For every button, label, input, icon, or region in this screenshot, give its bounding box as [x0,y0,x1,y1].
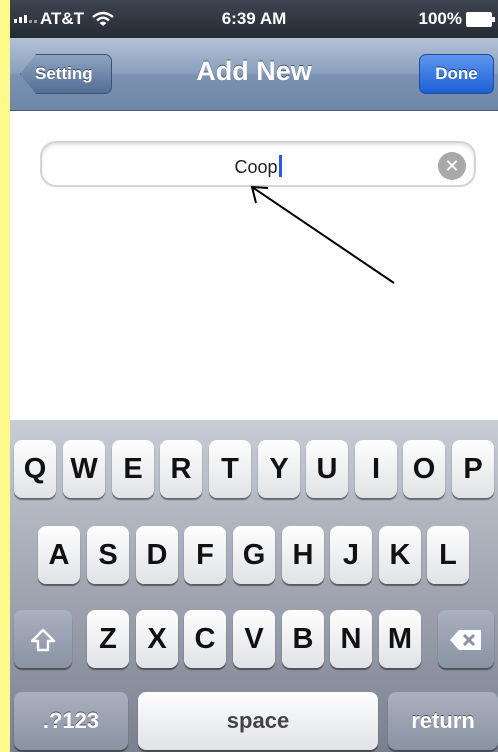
done-button[interactable]: Done [419,54,494,94]
key-k[interactable]: K [379,526,421,584]
key-z[interactable]: Z [87,610,129,668]
delete-key[interactable] [438,610,494,668]
key-i[interactable]: I [355,440,397,498]
battery-percent: 100% [418,9,462,28]
text-field-value-container: Coop [42,155,474,178]
key-y[interactable]: Y [258,440,300,498]
key-d[interactable]: D [136,526,178,584]
key-w[interactable]: W [63,440,105,498]
key-j[interactable]: J [330,526,372,584]
return-key[interactable]: return [388,692,498,750]
key-t[interactable]: T [209,440,251,498]
name-text-field[interactable]: Coop ✕ [40,141,476,187]
text-field-value: Coop [234,157,278,177]
key-c[interactable]: C [184,610,226,668]
key-b[interactable]: B [282,610,324,668]
key-h[interactable]: H [282,526,324,584]
key-e[interactable]: E [112,440,154,498]
onscreen-keyboard: Q W E R T Y U I O P A S D F G H J K L Z … [10,420,498,752]
key-s[interactable]: S [87,526,129,584]
key-l[interactable]: L [427,526,469,584]
key-p[interactable]: P [452,440,494,498]
key-n[interactable]: N [330,610,372,668]
clear-text-button[interactable]: ✕ [438,152,466,180]
key-g[interactable]: G [233,526,275,584]
phone-screen: AT&T 6:39 AM 100% Setting Add New Done C… [10,0,498,752]
numbers-key[interactable]: .?123 [14,692,128,750]
delete-icon [450,630,481,651]
shift-icon [30,628,56,652]
key-u[interactable]: U [306,440,348,498]
key-o[interactable]: O [403,440,445,498]
space-key[interactable]: space [138,692,378,750]
battery-indicator: 100% [418,9,495,29]
battery-icon [466,11,495,27]
navigation-bar: Setting Add New Done [10,38,498,111]
key-a[interactable]: A [38,526,80,584]
shift-key[interactable] [14,610,72,668]
key-v[interactable]: V [233,610,275,668]
status-bar: AT&T 6:39 AM 100% [10,0,498,38]
key-q[interactable]: Q [14,440,56,498]
key-x[interactable]: X [136,610,178,668]
key-f[interactable]: F [184,526,226,584]
key-m[interactable]: M [379,610,421,668]
text-cursor [278,155,282,177]
key-r[interactable]: R [160,440,202,498]
